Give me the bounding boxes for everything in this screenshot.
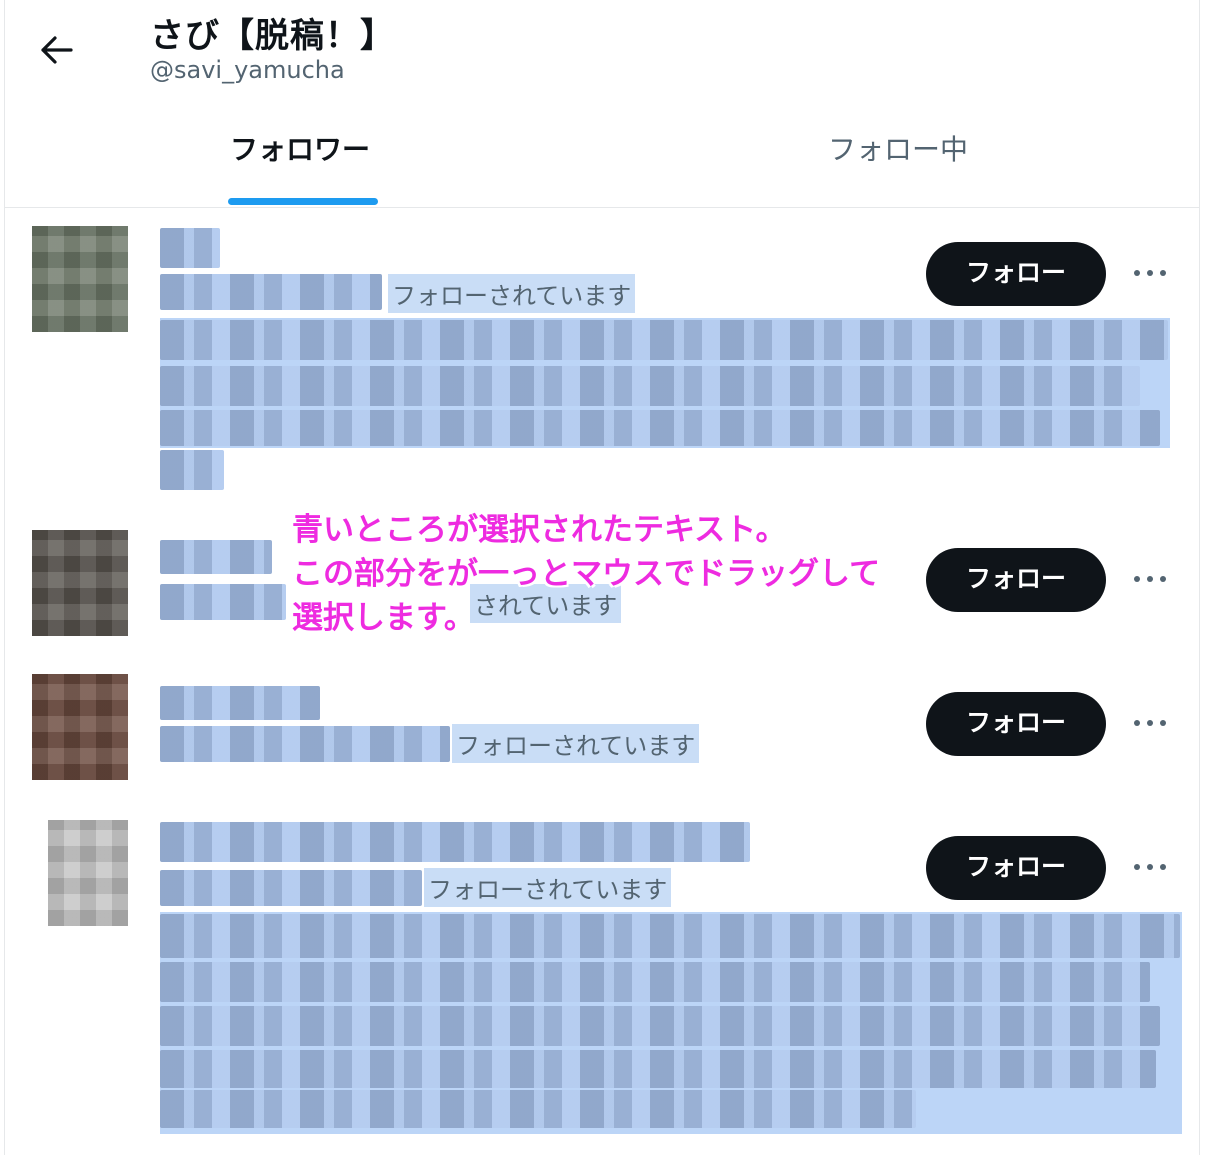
avatar[interactable] [32,226,128,332]
annotation-line: 青いところが選択されたテキスト。 [292,512,787,548]
back-button[interactable] [32,28,80,72]
user-name-blurred [160,540,272,574]
more-dots-icon [1134,270,1166,276]
follow-button[interactable]: フォロー [926,692,1106,756]
avatar[interactable] [48,820,128,926]
annotation-text: 青いところが選択されたテキスト。 この部分をが一っとマウスでドラッグして 選択し… [292,508,880,640]
bio-blurred [160,320,1168,360]
bio-blurred [160,1050,1156,1088]
bio-blurred [160,962,1150,1002]
follow-button[interactable]: フォロー [926,836,1106,900]
follow-button[interactable]: フォロー [926,548,1106,612]
avatar[interactable] [32,674,128,780]
user-name-blurred [160,228,220,268]
more-options-button[interactable] [1128,852,1172,882]
follows-you-badge: フォローされています [452,724,700,763]
profile-handle: @savi_yamucha [150,56,345,84]
tab-divider [4,207,1200,208]
follow-button[interactable]: フォロー [926,242,1106,306]
bio-blurred [160,366,1140,406]
follows-you-badge: フォローされています [424,868,672,907]
user-name-blurred [160,686,320,720]
follows-you-badge: フォローされています [388,274,636,313]
arrow-left-icon [41,36,73,64]
user-handle-blurred [160,274,382,310]
bio-blurred [160,914,1180,958]
profile-name: さび【脱稿！】 [150,16,395,56]
bio-blurred [160,1006,1160,1046]
user-handle-blurred [160,726,450,762]
more-options-button[interactable] [1128,564,1172,594]
more-options-button[interactable] [1128,258,1172,288]
more-dots-icon [1134,576,1166,582]
bio-blurred [160,1090,916,1128]
bio-blurred [160,410,1160,446]
more-dots-icon [1134,720,1166,726]
annotation-line: この部分をが一っとマウスでドラッグして [292,556,881,592]
annotation-line: 選択します。 [292,600,475,636]
bio-blurred [160,450,224,490]
more-options-button[interactable] [1128,708,1172,738]
avatar[interactable] [32,530,128,636]
active-tab-indicator [228,198,378,205]
user-handle-blurred [160,870,422,906]
user-handle-blurred [160,584,286,620]
user-name-blurred [160,822,750,862]
tab-following[interactable]: フォロー中 [828,128,968,168]
more-dots-icon [1134,864,1166,870]
tab-followers[interactable]: フォロワー [230,128,370,168]
